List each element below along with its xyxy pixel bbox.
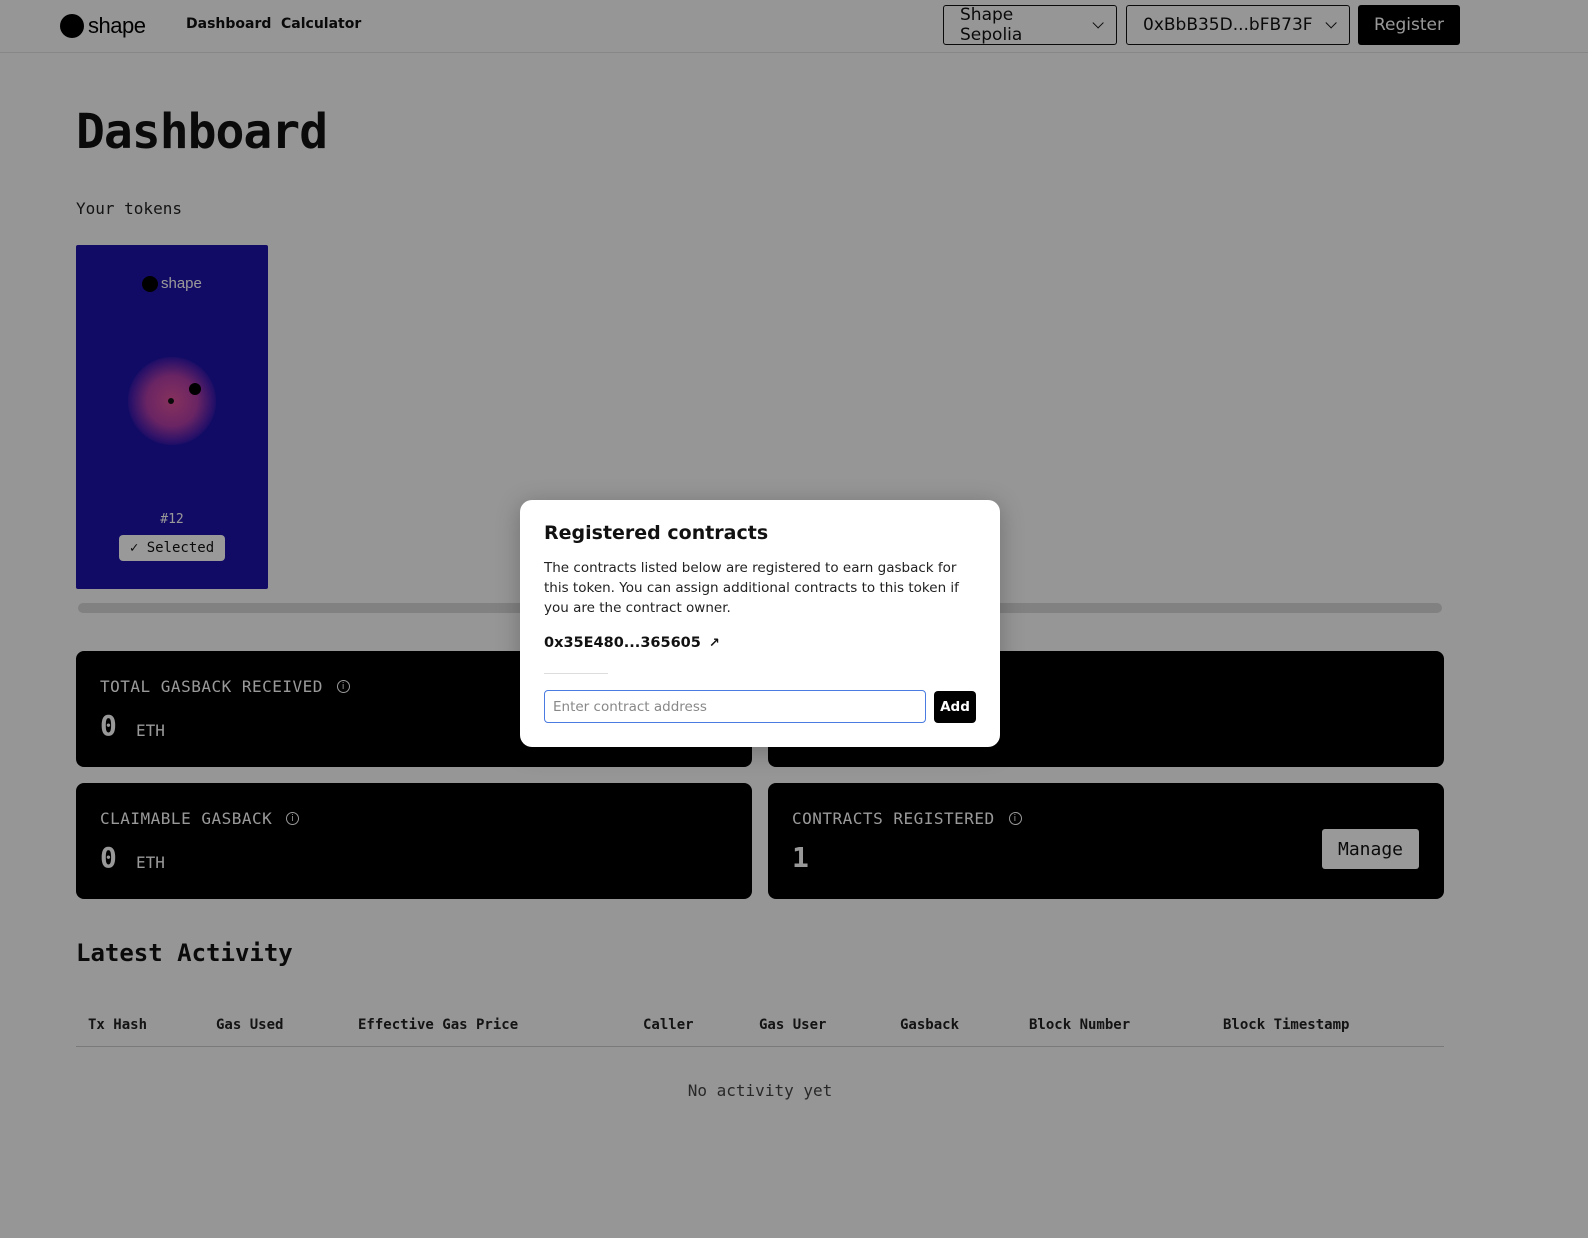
registered-contracts-modal: Registered contracts The contracts liste… (520, 500, 1000, 747)
modal-title: Registered contracts (544, 522, 769, 544)
modal-divider (544, 673, 608, 674)
contract-address: 0x35E480...365605 (544, 635, 701, 651)
external-link-icon: ↗ (708, 635, 720, 651)
add-button[interactable]: Add (934, 691, 976, 723)
contract-link[interactable]: 0x35E480...365605 ↗ (544, 635, 720, 651)
modal-description: The contracts listed below are registere… (544, 560, 959, 616)
contract-address-input[interactable] (544, 690, 926, 723)
